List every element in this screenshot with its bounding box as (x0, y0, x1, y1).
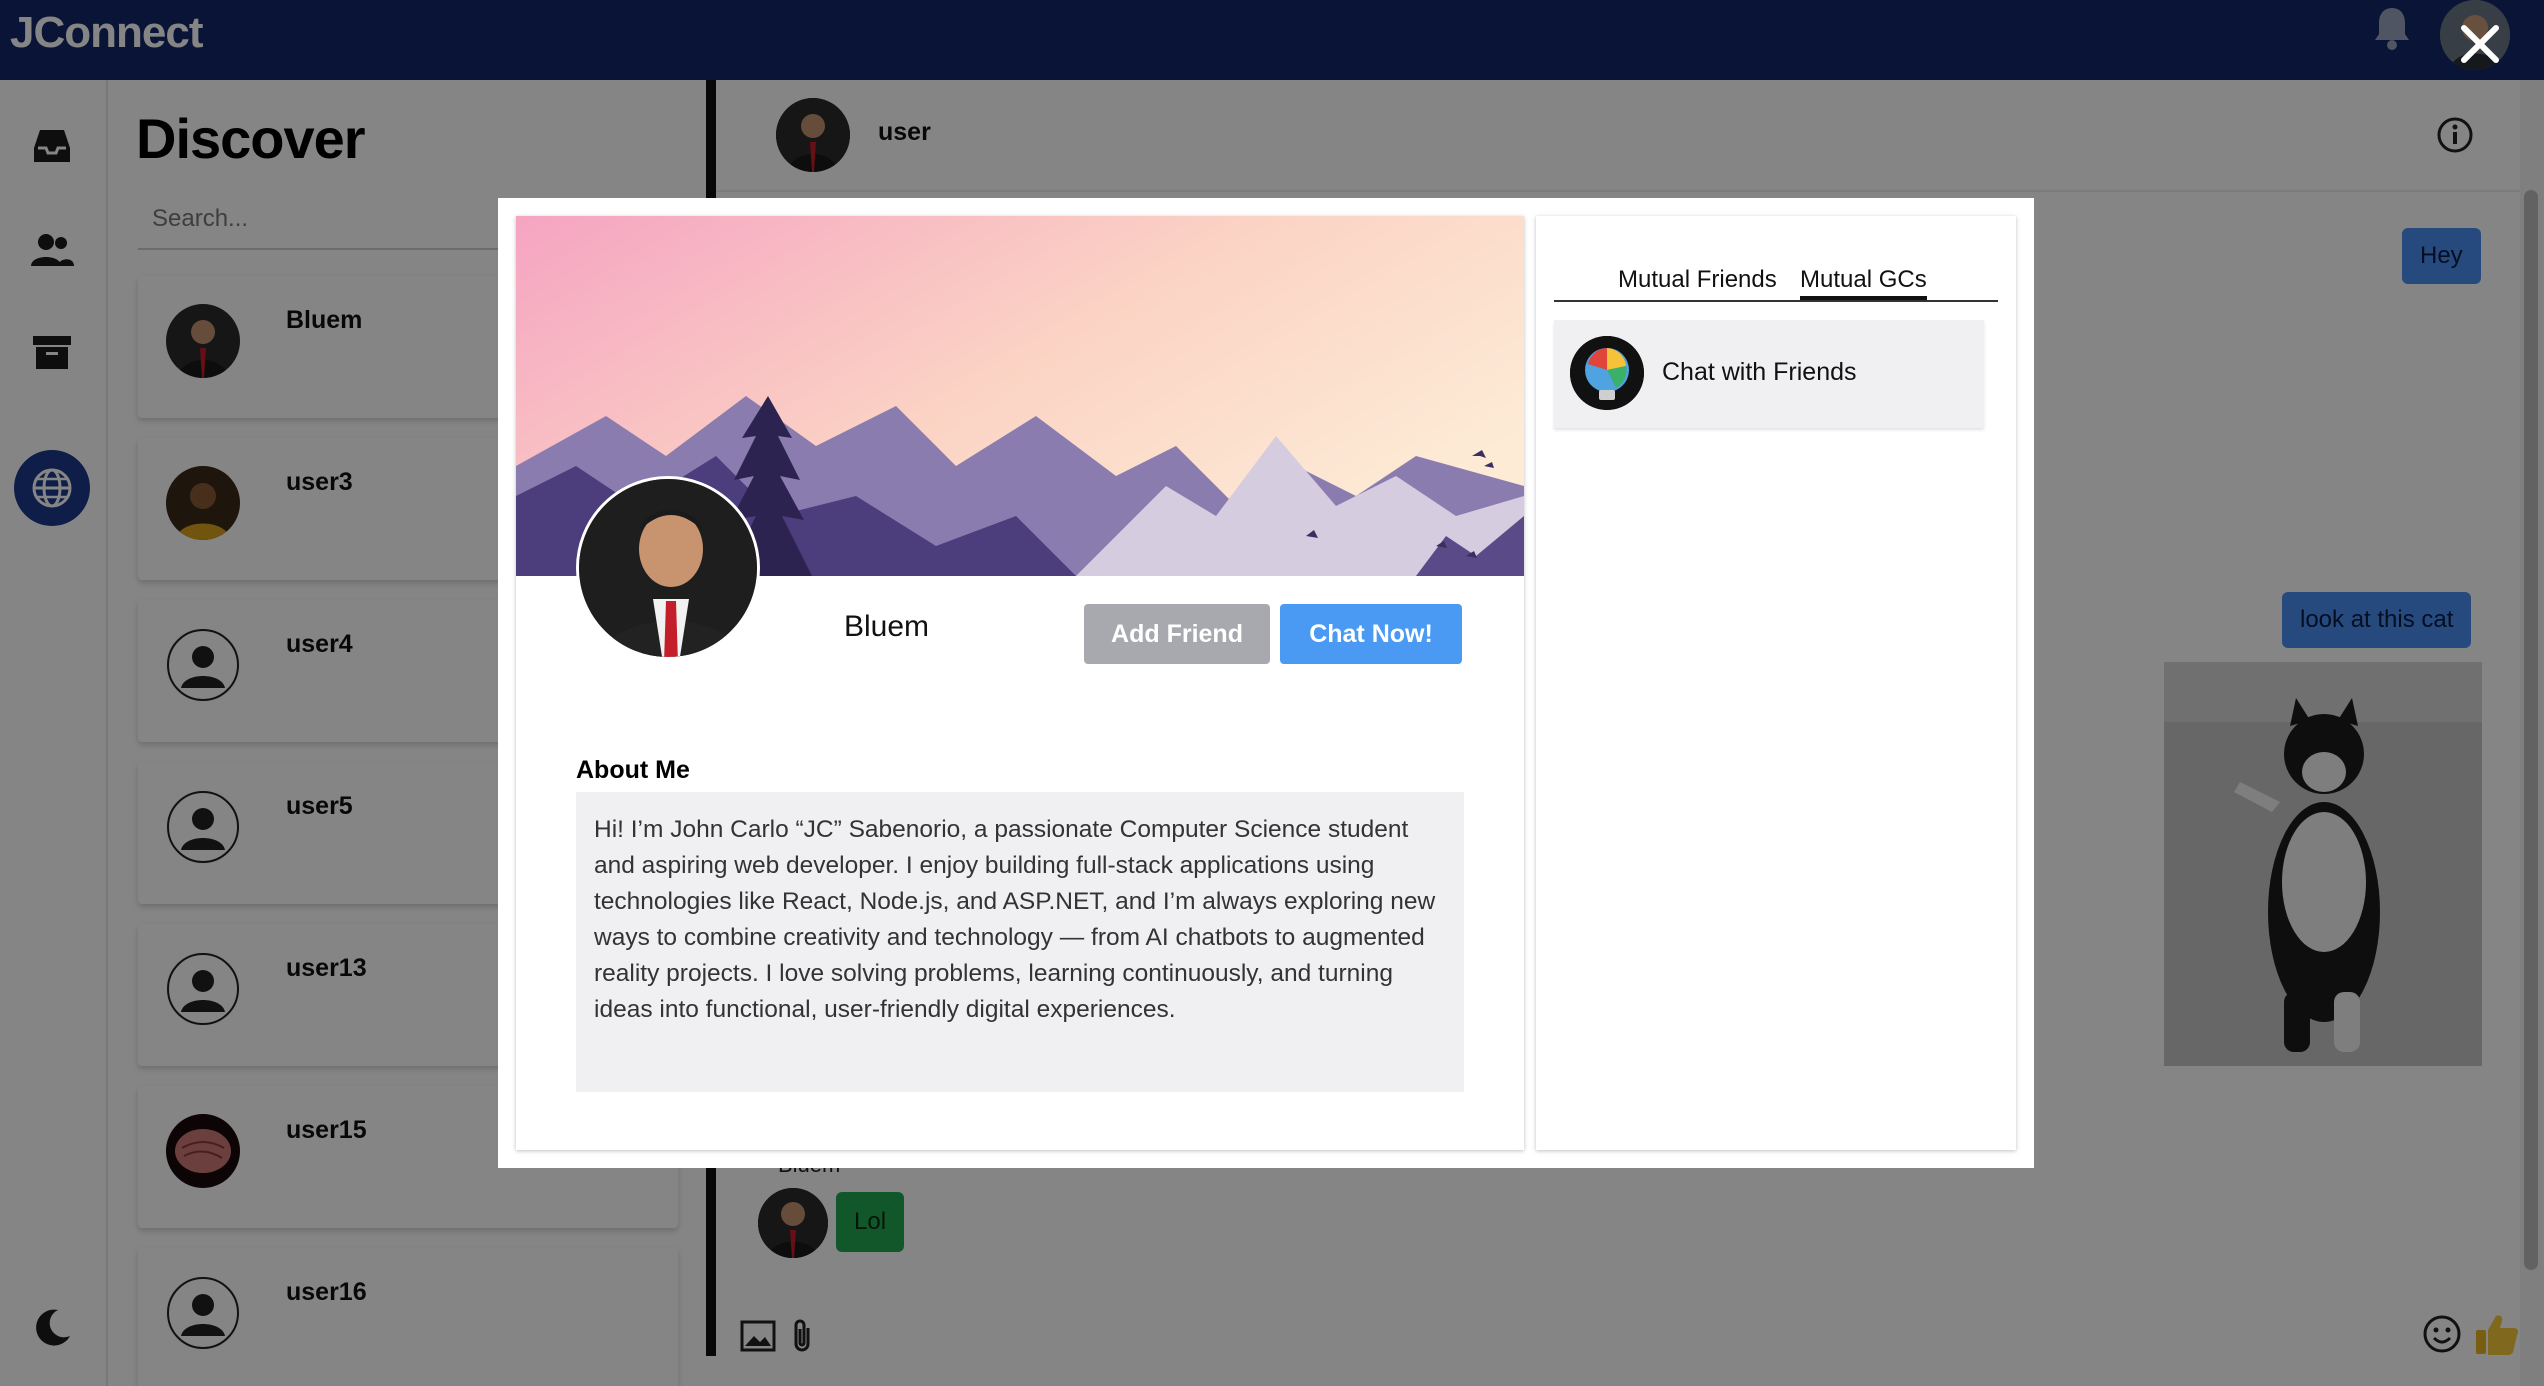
profile-card: Bluem Add Friend Chat Now! About Me Hi! … (516, 216, 1524, 1150)
profile-modal: Bluem Add Friend Chat Now! About Me Hi! … (498, 198, 2034, 1168)
profile-avatar (576, 476, 760, 660)
profile-name: Bluem (844, 610, 930, 643)
group-chat-name: Chat with Friends (1662, 358, 1857, 386)
group-chat-icon (1570, 336, 1644, 410)
close-icon[interactable] (2452, 16, 2508, 72)
about-title: About Me (576, 756, 690, 784)
mutual-panel: Mutual Friends Mutual GCs Chat with Frie… (1536, 216, 2016, 1150)
mutual-tabs: Mutual Friends Mutual GCs (1554, 262, 1998, 302)
about-text: Hi! I’m John Carlo “JC” Sabenorio, a pas… (576, 792, 1464, 1092)
group-chat-item[interactable]: Chat with Friends (1554, 320, 1984, 428)
tab-mutual-friends[interactable]: Mutual Friends (1618, 266, 1777, 294)
chat-now-button[interactable]: Chat Now! (1280, 604, 1462, 664)
tab-mutual-gcs[interactable]: Mutual GCs (1800, 266, 1927, 300)
add-friend-button[interactable]: Add Friend (1084, 604, 1270, 664)
